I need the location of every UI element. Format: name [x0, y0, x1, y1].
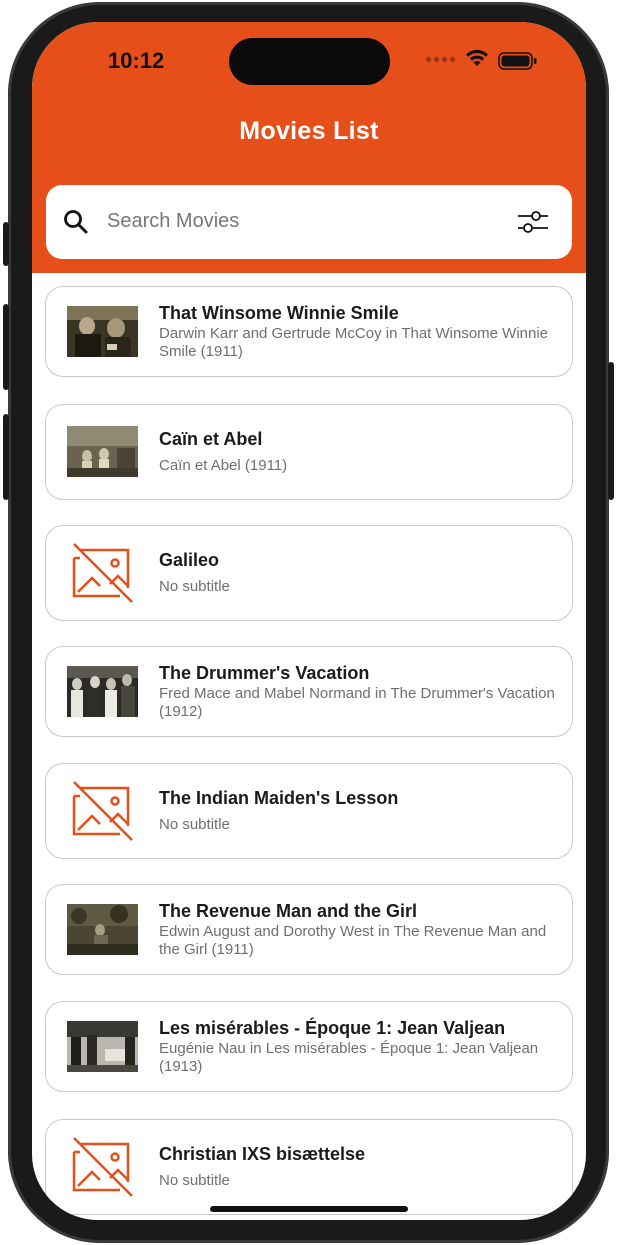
search-bar[interactable]: Search Movies: [46, 185, 572, 259]
search-icon: [64, 210, 88, 234]
movie-thumbnail: [67, 426, 138, 477]
power-button: [608, 362, 614, 500]
movie-subtitle: Caïn et Abel (1911): [159, 457, 288, 474]
sliders-icon[interactable]: [516, 207, 550, 237]
app-header: 10:12 Movies List Search Movies: [32, 22, 586, 273]
movie-subtitle: No subtitle: [159, 578, 230, 595]
page-title: Movies List: [239, 117, 379, 145]
volume-down-button: [3, 414, 9, 500]
movie-title: Galileo: [159, 550, 220, 570]
movie-card[interactable]: The Revenue Man and the Girl Edwin Augus…: [45, 884, 573, 975]
movie-thumbnail: [67, 1021, 138, 1072]
image-unavailable-icon: [72, 1137, 133, 1197]
movie-card[interactable]: The Drummer's Vacation Fred Mace and Mab…: [45, 646, 573, 737]
movie-card[interactable]: Caïn et Abel Caïn et Abel (1911): [45, 404, 573, 500]
home-indicator[interactable]: [210, 1206, 408, 1212]
movie-title: That Winsome Winnie Smile: [159, 303, 399, 323]
movie-card[interactable]: The Indian Maiden's Lesson No subtitle: [45, 763, 573, 859]
movie-subtitle: No subtitle: [159, 1172, 230, 1189]
movie-thumbnail: [67, 904, 138, 955]
movie-thumbnail: [67, 666, 138, 717]
movie-card[interactable]: Les misérables - Époque 1: Jean Valjean …: [45, 1001, 573, 1092]
search-input[interactable]: Search Movies: [107, 210, 239, 233]
cellular-signal-icon: [426, 57, 455, 62]
movie-title: Les misérables - Époque 1: Jean Valjean: [159, 1018, 506, 1038]
image-unavailable-icon: [72, 781, 133, 841]
movie-title: The Drummer's Vacation: [159, 663, 370, 683]
movie-card[interactable]: That Winsome Winnie Smile Darwin Karr an…: [45, 286, 573, 377]
movie-subtitle: Eugénie Nau in Les misérables - Époque 1…: [159, 1040, 539, 1075]
movie-subtitle: No subtitle: [159, 816, 230, 833]
status-time: 10:12: [108, 48, 165, 73]
movie-card[interactable]: Galileo No subtitle: [45, 525, 573, 621]
action-button: [3, 222, 9, 266]
wifi-icon: [466, 49, 488, 66]
status-indicators: [426, 48, 546, 72]
battery-icon: [498, 52, 537, 70]
movie-title: The Revenue Man and the Girl: [159, 901, 418, 921]
movie-title: The Indian Maiden's Lesson: [159, 788, 399, 808]
movie-subtitle: Edwin August and Dorothy West in The Rev…: [159, 923, 547, 958]
image-unavailable-icon: [72, 543, 133, 603]
movie-thumbnail: [67, 306, 138, 357]
movie-title: Caïn et Abel: [159, 429, 263, 449]
movie-subtitle: Darwin Karr and Gertrude McCoy in That W…: [159, 325, 549, 360]
screen: 10:12 Movies List Search Movies That Win…: [32, 22, 586, 1220]
volume-up-button: [3, 304, 9, 390]
dynamic-island: [229, 38, 390, 85]
movie-card[interactable]: Christian IXS bisættelse No subtitle: [45, 1119, 573, 1215]
movie-subtitle: Fred Mace and Mabel Normand in The Drumm…: [159, 685, 555, 720]
movie-title: Christian IXS bisættelse: [159, 1144, 366, 1164]
